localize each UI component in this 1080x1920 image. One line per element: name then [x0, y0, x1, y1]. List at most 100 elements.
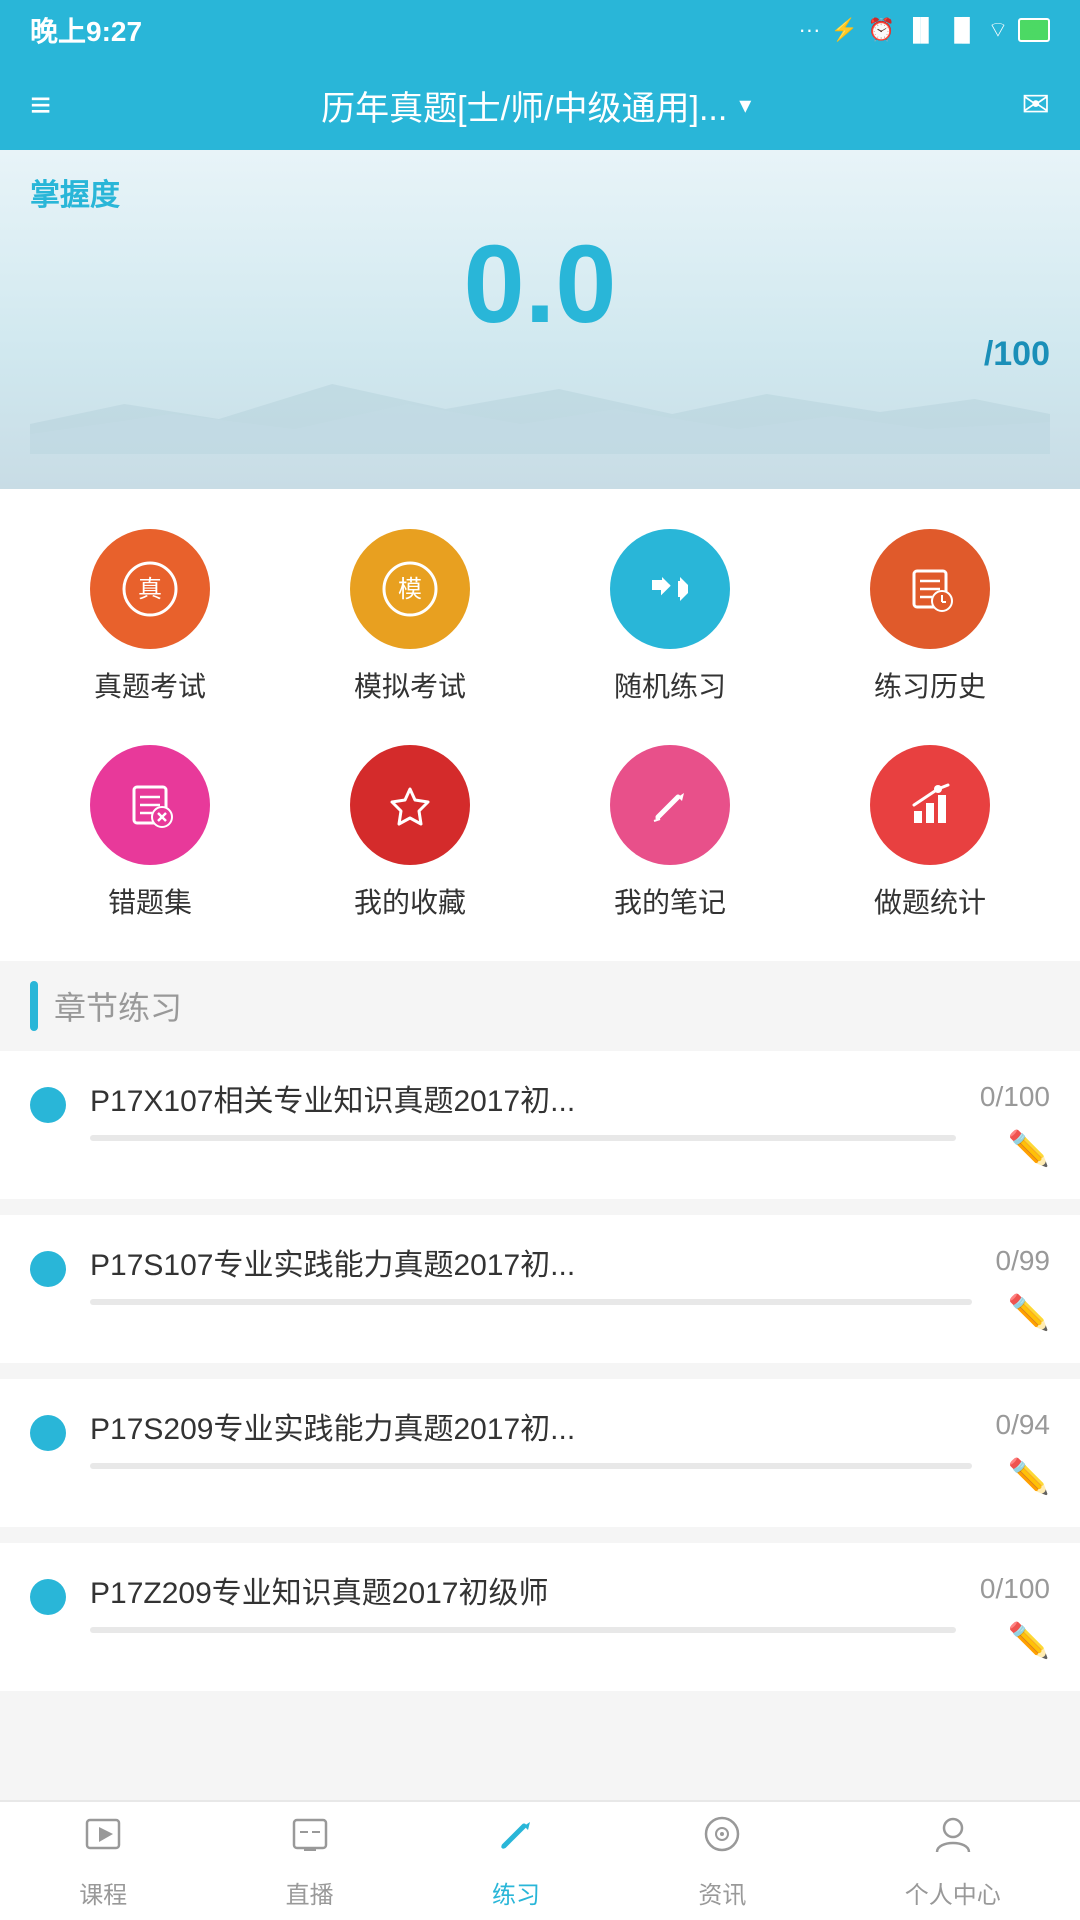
- header: ≡ 历年真题[士/师/中级通用]... ▾ ✉: [0, 60, 1080, 150]
- cuo-ti-label: 错题集: [108, 881, 192, 921]
- signal2-icon: ▐▌: [946, 17, 977, 43]
- nav-lian-xi-label: 练习: [492, 1875, 540, 1910]
- list-text-area: P17S209专业实践能力真题2017初...: [90, 1409, 972, 1469]
- list-right: 0/100 ✏️: [980, 1081, 1050, 1169]
- list-item[interactable]: P17S209专业实践能力真题2017初... 0/94 ✏️: [0, 1379, 1080, 1527]
- icon-row-2: 错题集 我的收藏 我的笔记: [20, 745, 1060, 921]
- edit-icon[interactable]: ✏️: [1008, 1129, 1050, 1169]
- status-time: 晚上9:27: [30, 10, 142, 50]
- wifi-icon: ···: [798, 17, 820, 43]
- zhen-ti-icon: 真: [90, 529, 210, 649]
- bluetooth-icon: ⚡: [830, 17, 857, 43]
- lian-xi-history-item[interactable]: 练习历史: [820, 529, 1040, 705]
- chapter-bar-decoration: [30, 981, 38, 1031]
- list-title: P17X107相关专业知识真题2017初...: [90, 1081, 956, 1123]
- list-dot: [30, 1087, 66, 1123]
- list-text-area: P17X107相关专业知识真题2017初...: [90, 1081, 956, 1141]
- sui-ji-icon: [610, 529, 730, 649]
- mo-ni-item[interactable]: 模 模拟考试: [300, 529, 520, 705]
- list-progress-bar: [90, 1299, 972, 1305]
- list-progress-bar: [90, 1627, 956, 1633]
- lian-xi-nav-icon: [494, 1812, 538, 1867]
- mo-ni-svg: 模: [380, 559, 440, 619]
- nav-zhi-bo-label: 直播: [286, 1875, 334, 1910]
- zhen-ti-item[interactable]: 真 真题考试: [40, 529, 260, 705]
- edit-icon[interactable]: ✏️: [1008, 1457, 1050, 1497]
- tong-ji-icon: [870, 745, 990, 865]
- chapter-title: 章节练习: [54, 983, 182, 1029]
- mo-ni-label: 模拟考试: [354, 665, 466, 705]
- status-icons: ··· ⚡ ⏰ ▐▌ ▐▌ ⌔ ▓: [798, 16, 1050, 44]
- list-item[interactable]: P17Z209专业知识真题2017初级师 0/100 ✏️: [0, 1543, 1080, 1691]
- nav-ke-cheng[interactable]: 课程: [79, 1802, 127, 1920]
- score-label: 掌握度: [30, 170, 1050, 214]
- shou-cang-item[interactable]: 我的收藏: [300, 745, 520, 921]
- status-bar: 晚上9:27 ··· ⚡ ⏰ ▐▌ ▐▌ ⌔ ▓: [0, 0, 1080, 60]
- bottom-nav: 课程 直播 练习 资讯 个人中心: [0, 1800, 1080, 1920]
- mail-icon[interactable]: ✉: [1022, 85, 1051, 125]
- shou-cang-svg: [380, 775, 440, 835]
- nav-zi-xun-label: 资讯: [698, 1875, 746, 1910]
- bi-ji-svg: [640, 775, 700, 835]
- list-item[interactable]: P17X107相关专业知识真题2017初... 0/100 ✏️: [0, 1051, 1080, 1199]
- list-dot: [30, 1415, 66, 1451]
- nav-ke-cheng-label: 课程: [79, 1875, 127, 1910]
- sui-ji-svg: [640, 559, 700, 619]
- svg-text:真: 真: [138, 576, 162, 603]
- list-right: 0/100 ✏️: [980, 1573, 1050, 1661]
- header-title-area[interactable]: 历年真题[士/师/中级通用]... ▾: [321, 81, 751, 130]
- chapter-header: 章节练习: [0, 961, 1080, 1051]
- ke-cheng-icon: [81, 1812, 125, 1867]
- bi-ji-icon: [610, 745, 730, 865]
- icon-row-1: 真 真题考试 模 模拟考试 随机练: [20, 529, 1060, 705]
- list-progress-bar: [90, 1463, 972, 1469]
- shou-cang-label: 我的收藏: [354, 881, 466, 921]
- list-count: 0/100: [980, 1081, 1050, 1113]
- cuo-ti-item[interactable]: 错题集: [40, 745, 260, 921]
- list-right: 0/99 ✏️: [996, 1245, 1051, 1333]
- ge-ren-icon: [931, 1812, 975, 1867]
- nav-lian-xi[interactable]: 练习: [492, 1802, 540, 1920]
- tong-ji-svg: [900, 775, 960, 835]
- list-text-area: P17S107专业实践能力真题2017初...: [90, 1245, 972, 1305]
- lian-xi-svg: [900, 559, 960, 619]
- chevron-down-icon: ▾: [739, 91, 751, 120]
- list-progress-bar: [90, 1135, 956, 1141]
- cuo-ti-icon: [90, 745, 210, 865]
- cuo-ti-svg: [120, 775, 180, 835]
- nav-zhi-bo[interactable]: 直播: [286, 1802, 334, 1920]
- bi-ji-label: 我的笔记: [614, 881, 726, 921]
- list-text-area: P17Z209专业知识真题2017初级师: [90, 1573, 956, 1633]
- list-dot: [30, 1251, 66, 1287]
- icon-grid: 真 真题考试 模 模拟考试 随机练: [0, 489, 1080, 961]
- list-count: 0/99: [996, 1245, 1051, 1277]
- tong-ji-item[interactable]: 做题统计: [820, 745, 1040, 921]
- list-container: P17X107相关专业知识真题2017初... 0/100 ✏️ P17S107…: [0, 1051, 1080, 1691]
- nav-ge-ren-label: 个人中心: [905, 1875, 1001, 1910]
- score-section: 掌握度 0.0 /100: [0, 150, 1080, 489]
- bi-ji-item[interactable]: 我的笔记: [560, 745, 780, 921]
- score-value: 0.0: [30, 224, 1050, 345]
- header-title-text: 历年真题[士/师/中级通用]...: [321, 81, 727, 130]
- list-title: P17S209专业实践能力真题2017初...: [90, 1409, 972, 1451]
- alarm-icon: ⏰: [868, 17, 895, 43]
- sui-ji-item[interactable]: 随机练习: [560, 529, 780, 705]
- shou-cang-icon: [350, 745, 470, 865]
- zi-xun-icon: [700, 1812, 744, 1867]
- lian-xi-history-icon: [870, 529, 990, 649]
- edit-icon[interactable]: ✏️: [1008, 1293, 1050, 1333]
- mountain-decoration: [30, 374, 1050, 454]
- tong-ji-label: 做题统计: [874, 881, 986, 921]
- nav-zi-xun[interactable]: 资讯: [698, 1802, 746, 1920]
- edit-icon[interactable]: ✏️: [1008, 1621, 1050, 1661]
- wifi2-icon: ⌔: [988, 16, 1009, 44]
- signal1-icon: ▐▌: [905, 17, 936, 43]
- sui-ji-label: 随机练习: [614, 665, 726, 705]
- nav-ge-ren[interactable]: 个人中心: [905, 1802, 1001, 1920]
- zhen-ti-svg: 真: [120, 559, 180, 619]
- menu-icon[interactable]: ≡: [30, 84, 51, 126]
- list-item[interactable]: P17S107专业实践能力真题2017初... 0/99 ✏️: [0, 1215, 1080, 1363]
- list-title: P17S107专业实践能力真题2017初...: [90, 1245, 972, 1287]
- list-right: 0/94 ✏️: [996, 1409, 1051, 1497]
- battery-icon: ▓: [1018, 18, 1050, 42]
